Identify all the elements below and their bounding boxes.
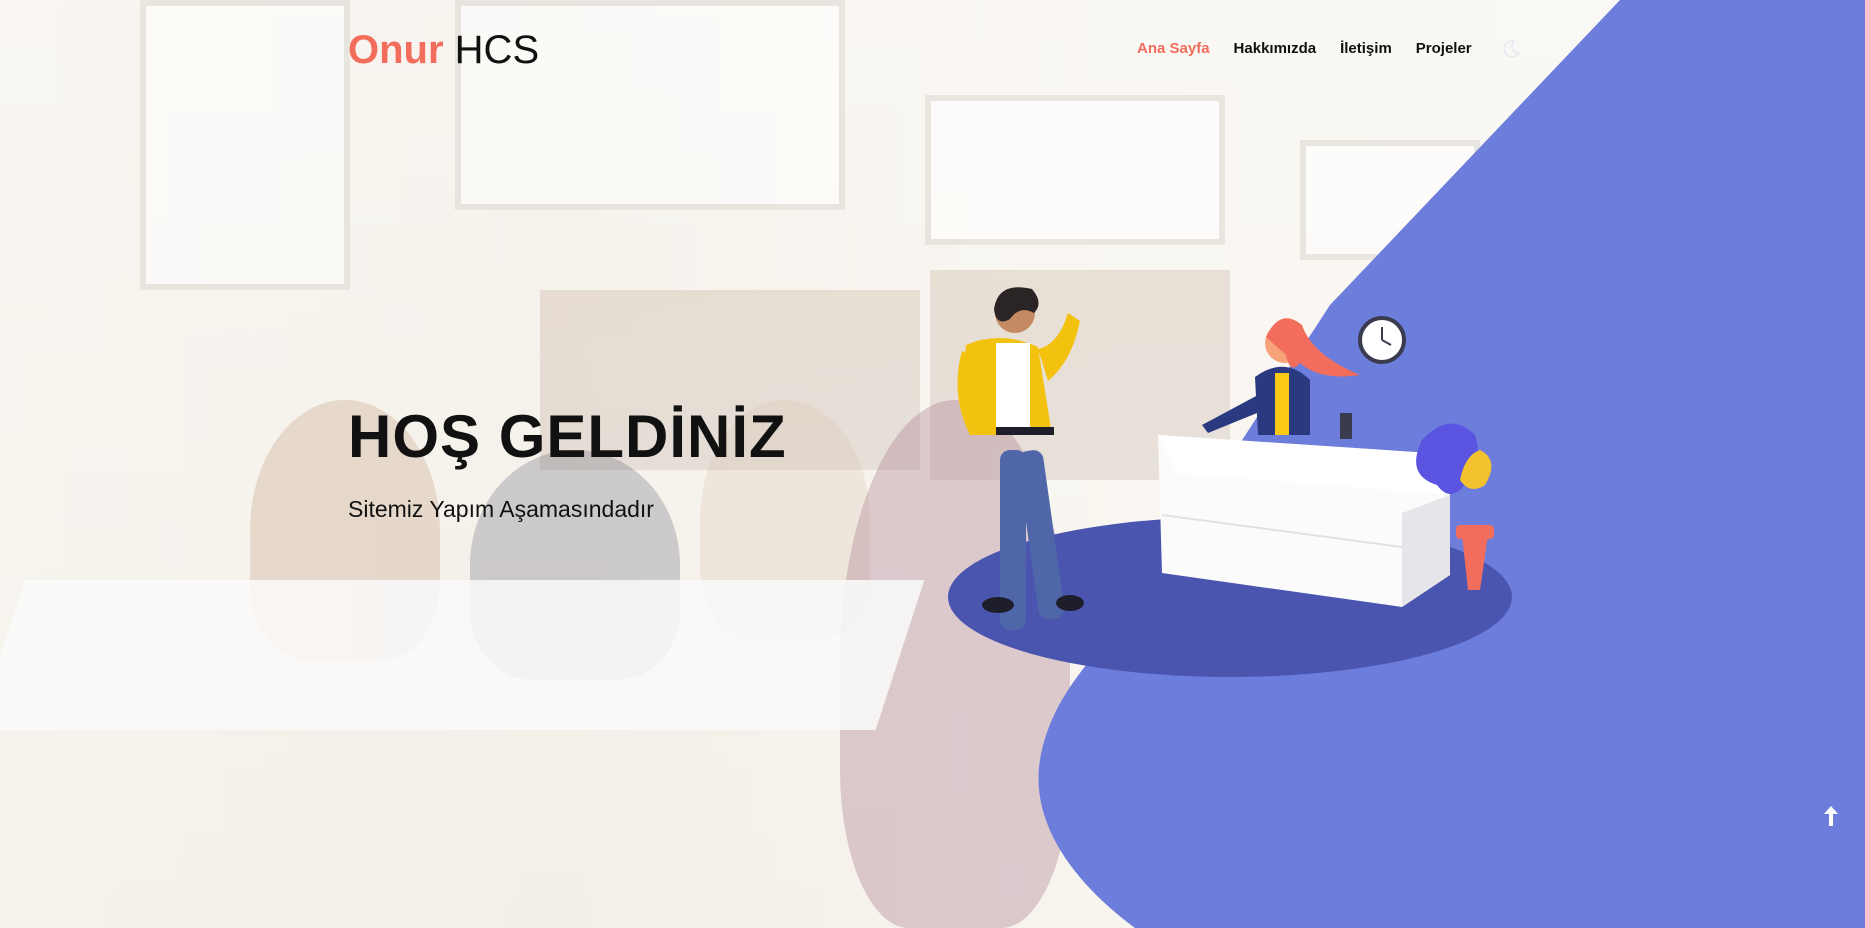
background-photo <box>0 0 1865 928</box>
nav-item-projeler[interactable]: Projeler <box>1416 38 1472 60</box>
nav-item-iletisim[interactable]: İletişim <box>1340 38 1392 60</box>
site-header: Onur HCS Ana Sayfa Hakkımızda İletişim P… <box>0 0 1865 100</box>
nav-item-hakkimizda[interactable]: Hakkımızda <box>1234 38 1317 60</box>
brand-rest: HCS <box>454 28 540 72</box>
hero-subtitle: Sitemiz Yapım Aşamasındadır <box>348 496 654 522</box>
brand-logo[interactable]: Onur HCS <box>348 28 539 72</box>
office-reception-illustration <box>948 287 1512 677</box>
moon-icon[interactable] <box>1500 38 1522 60</box>
arrow-up-icon[interactable] <box>1818 804 1844 830</box>
main-nav: Ana Sayfa Hakkımızda İletişim Projeler <box>1137 38 1522 60</box>
hero-title: HOŞ GELDİNİZ <box>348 403 787 470</box>
brand-accent: Onur <box>348 28 444 72</box>
nav-item-ana-sayfa[interactable]: Ana Sayfa <box>1137 38 1210 60</box>
